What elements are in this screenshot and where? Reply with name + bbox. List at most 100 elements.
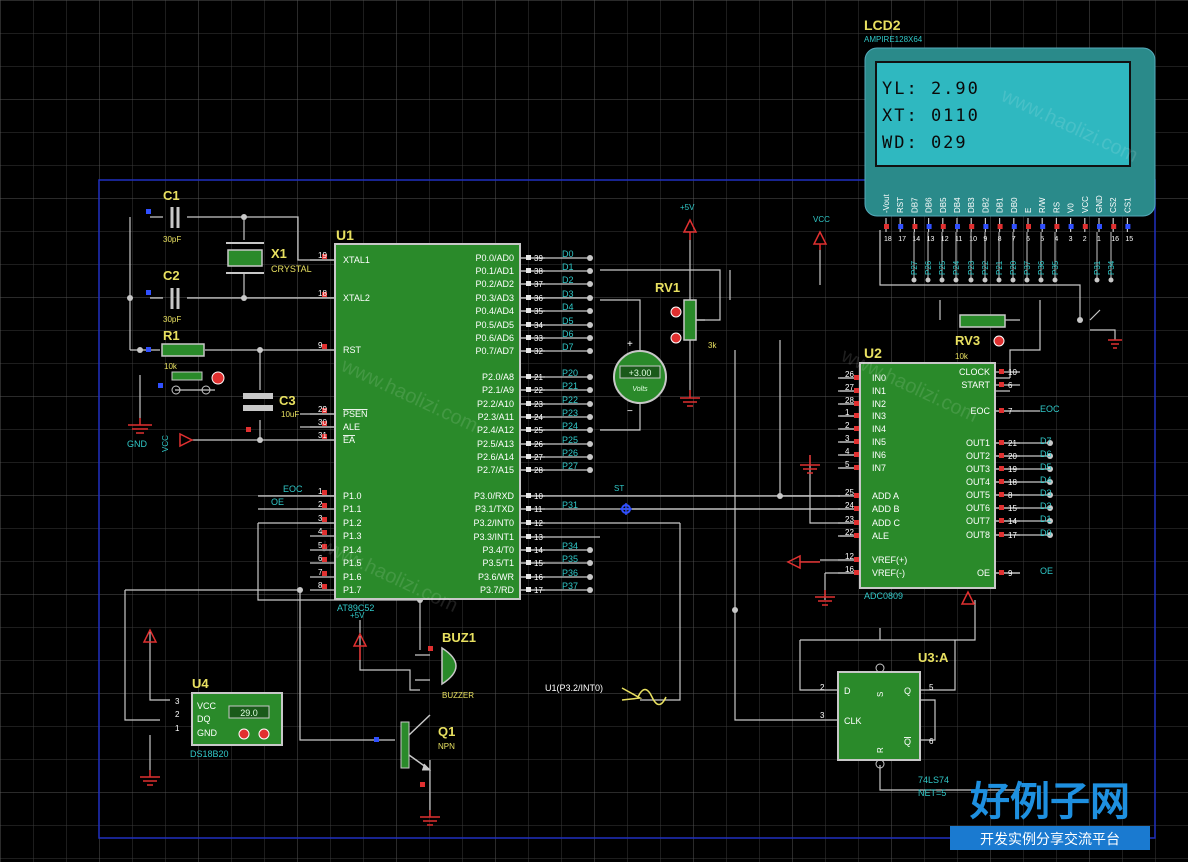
voltmeter-unit: Volts	[632, 386, 648, 393]
u1-pin-num: 27	[534, 453, 543, 462]
u1-pin-num: 24	[534, 413, 543, 422]
u4-pin-gnd: GND	[197, 728, 218, 738]
lcd-pin-name: DB0	[1010, 197, 1019, 213]
pin-marker	[884, 224, 889, 229]
u4-increase-icon[interactable]	[258, 728, 270, 740]
plus5v-label: +5V	[680, 203, 695, 212]
u1-pin-num: 17	[534, 586, 543, 595]
u4-pin-vcc: VCC	[197, 701, 217, 711]
pin-marker	[854, 520, 859, 525]
u2-pin-name: OUT3	[966, 464, 990, 474]
rv1-down-icon[interactable]	[670, 332, 682, 344]
button-actuator-icon[interactable]	[211, 371, 225, 385]
lcd-net-label: P21	[995, 260, 1004, 275]
u2-pin-num: 24	[845, 501, 854, 510]
u1-pin-num: 33	[534, 334, 543, 343]
vcc-label-top: VCC	[813, 215, 830, 224]
u3-pin-num-5: 5	[929, 683, 934, 692]
r1-body	[161, 343, 205, 357]
pin-marker	[969, 224, 975, 229]
u3-pin-clk: CLK	[844, 716, 862, 726]
lcd-net-label: P23	[967, 260, 976, 275]
vcc-label-left: VCC	[161, 435, 170, 452]
u1-pin-name: P2.1/A9	[482, 385, 514, 395]
u2-pin-name: IN3	[872, 411, 886, 421]
lcd-net-label: P37	[1023, 260, 1032, 275]
pin-marker	[912, 224, 918, 229]
u1-pin-num: 25	[534, 426, 543, 435]
voltmeter-reading: +3.00	[629, 368, 652, 378]
u4-decrease-icon[interactable]	[238, 728, 250, 740]
pin-marker	[926, 224, 932, 229]
pin-marker	[955, 224, 960, 229]
u1-pin-name: P2.5/A13	[477, 439, 514, 449]
u2-pin-num: 20	[1008, 452, 1017, 461]
u3-pin-q: Q	[904, 686, 911, 696]
u1-pin-num: 12	[534, 519, 543, 528]
pin-marker	[526, 387, 531, 392]
u1-pin-name: P0.7/AD7	[475, 346, 514, 356]
u1-pin-num: 35	[534, 307, 543, 316]
u4-pin-num-1: 1	[175, 724, 180, 733]
u2-pin-name: IN7	[872, 463, 886, 473]
schematic-canvas[interactable]: U1 AT89C52 19 XTAL118 XTAL29 RST29 PSEN30 ALE…	[0, 0, 1188, 862]
pin-marker	[1040, 224, 1046, 229]
u2-pin-name: ALE	[872, 531, 889, 541]
pin-marker	[428, 646, 433, 651]
pin-marker	[374, 737, 379, 742]
lcd-pin-name: R/W	[1038, 197, 1047, 213]
u2-net-label: EOC	[1040, 404, 1060, 414]
u2-pin-num: 22	[845, 528, 854, 537]
junction	[953, 277, 959, 283]
lcd-pin-name: DB4	[953, 197, 962, 213]
pin-marker	[1054, 224, 1060, 229]
pin-marker	[854, 413, 859, 418]
u1-pin-name: P2.7/A15	[477, 465, 514, 475]
u1-pin-num: 32	[534, 347, 543, 356]
pin-marker	[526, 454, 531, 459]
u1-pin-name: P3.5/T1	[482, 558, 514, 568]
u2-pin-name: START	[961, 380, 990, 390]
pin-marker	[999, 505, 1004, 510]
watermark-title: 好例子网	[969, 780, 1130, 824]
pin-marker	[854, 506, 859, 511]
u1-pin-name: PSEN	[343, 409, 368, 419]
button-cap	[171, 371, 203, 381]
rv3-adjust-icon[interactable]	[993, 335, 1005, 347]
u1-pin-name: P0.2/AD2	[475, 279, 514, 289]
u2-pin-name: OUT1	[966, 438, 990, 448]
pin-marker	[854, 426, 859, 431]
u1-pin-name: XTAL1	[343, 255, 370, 265]
pin-marker	[999, 440, 1004, 445]
u1-pin-name: P2.0/A8	[482, 372, 514, 382]
c2-ref: C2	[163, 268, 180, 283]
voltmeter-plus: +	[627, 339, 633, 350]
lcd-pin-name: -Vout	[882, 194, 891, 213]
c3-plate	[243, 405, 273, 411]
pin-marker	[322, 344, 327, 349]
pin-marker	[526, 520, 531, 525]
pin-marker	[1082, 224, 1088, 229]
u1-net-label: P35	[562, 554, 578, 564]
u1-net-label: P23	[562, 408, 578, 418]
rv3-value: 10k	[955, 352, 969, 361]
rv3-ref: RV3	[955, 333, 980, 348]
u1-pin-num: 18	[318, 289, 327, 298]
pin-marker	[526, 281, 531, 286]
lcd-net-label: P25	[938, 260, 947, 275]
u1-pin-name: P1.2	[343, 518, 362, 528]
pin-marker	[898, 224, 904, 229]
pin-marker	[158, 383, 163, 388]
u1-pin-name: P3.2/INT0	[473, 518, 514, 528]
pin-marker	[999, 479, 1004, 484]
u1-pin-num: 2	[318, 500, 323, 509]
lcd-pin-name: DB1	[996, 197, 1005, 213]
u2-pin-name: OE	[977, 568, 990, 578]
u2-pin-num: 4	[845, 447, 850, 456]
lcd-pin-name: E	[1024, 208, 1033, 213]
u1-pin-name: P2.3/A11	[478, 412, 514, 422]
rv1-up-icon[interactable]	[670, 306, 682, 318]
pin-marker	[322, 571, 327, 576]
u1-pin-num: 30	[318, 418, 327, 427]
pin-marker	[526, 255, 531, 260]
